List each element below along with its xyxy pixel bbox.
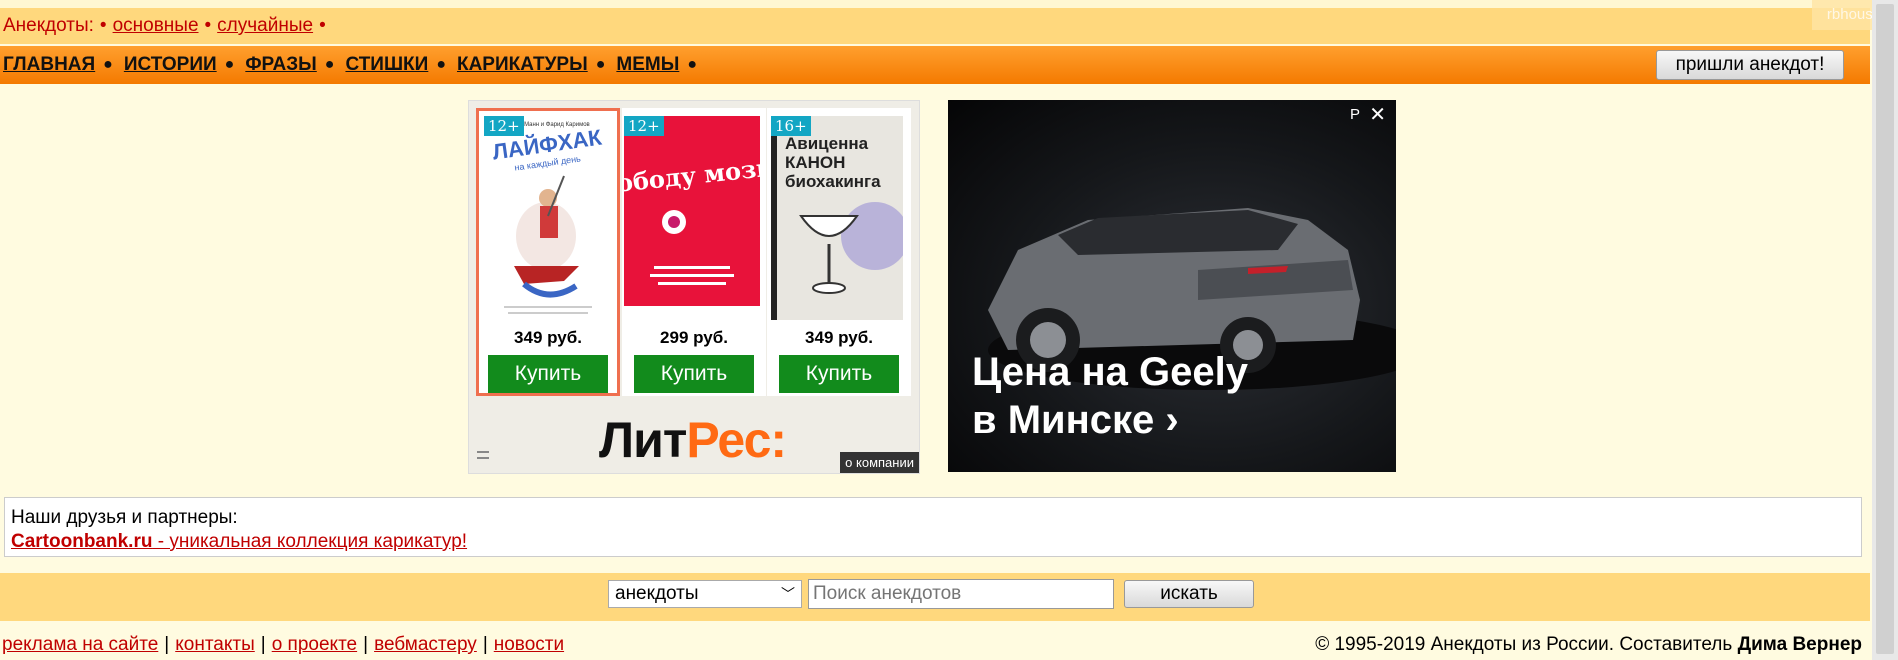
footer-link-news[interactable]: новости (494, 634, 564, 655)
separator: | (482, 634, 488, 655)
book-price: 349 руб. (805, 328, 873, 347)
book-cover-art: свободу мозгу! (584, 116, 798, 306)
book-cover[interactable]: Игорь Манн и Фарид Каримов ЛАЙФХАК на ка… (484, 116, 612, 320)
menu-icon[interactable] (477, 451, 489, 459)
age-rating-badge: 12+ (624, 116, 664, 136)
link-sluchaynye[interactable]: случайные (217, 15, 313, 37)
link-osnovnye[interactable]: основные (113, 15, 199, 37)
footer-links: реклама на сайте | контакты | о проекте | вебм… (0, 634, 566, 656)
car-ad-line2: в Минске › (972, 398, 1179, 442)
anekdoty-label: Анекдоты: (3, 15, 94, 36)
car-ad[interactable]: Р ✕ Цена на Geely в Минске › (948, 100, 1396, 472)
buy-button[interactable]: Купить (488, 355, 608, 393)
top-strip (0, 0, 1870, 8)
book-card[interactable]: Авиценна КАНОН биохакинга 16+ 349 руб. К… (767, 108, 911, 396)
bullet: • (319, 15, 326, 36)
car-ad-headline[interactable]: Цена на Geely в Минске › (972, 348, 1248, 444)
page-scrollbar[interactable] (1872, 0, 1898, 660)
close-icon[interactable]: ✕ (1369, 102, 1386, 127)
separator: | (260, 634, 266, 655)
bullet: ● (324, 56, 335, 73)
bullet: ● (103, 56, 113, 73)
separator: | (164, 634, 170, 655)
ad-marker[interactable]: Р (1350, 106, 1360, 123)
book-price: 349 руб. (514, 328, 582, 347)
book-card[interactable]: Игорь Манн и Фарид Каримов ЛАЙФХАК на ка… (476, 108, 620, 396)
litres-ad[interactable]: Игорь Манн и Фарид Каримов ЛАЙФХАК на ка… (468, 100, 920, 474)
about-company-link[interactable]: о компании (840, 452, 919, 473)
litres-logo-part2: Рес: (686, 412, 787, 468)
chevron-down-icon: ﹀ (781, 586, 795, 602)
book-price: 299 руб. (660, 328, 728, 347)
cartoonbank-name: Cartoonbank.ru (11, 531, 153, 552)
separator: | (363, 634, 369, 655)
cover-title: Авиценна КАНОН биохакинга (785, 134, 881, 191)
age-rating-badge: 12+ (484, 116, 524, 136)
search-category-select[interactable]: анекдоты ﹀ (608, 580, 802, 608)
partners-title: Наши друзья и партнеры: (11, 507, 238, 528)
buy-button[interactable]: Купить (779, 355, 899, 393)
anekdoty-bar: Анекдоты: • основные • случайные • (0, 8, 1870, 44)
footer-link-about[interactable]: о проекте (272, 634, 357, 655)
book-cover-art: Игорь Манн и Фарид Каримов ЛАЙФХАК на ка… (484, 116, 612, 320)
partners-box: Наши друзья и партнеры: Cartoonbank.ru -… (4, 497, 1862, 557)
nav-stishki[interactable]: СТИШКИ (345, 54, 428, 76)
footer-link-ads[interactable]: реклама на сайте (2, 634, 158, 655)
nav-glavnaya[interactable]: ГЛАВНАЯ (3, 54, 95, 76)
bullet: ● (436, 56, 446, 73)
bullet: • (99, 15, 107, 36)
nav-memy[interactable]: МЕМЫ (616, 54, 679, 76)
age-rating-badge: 16+ (771, 116, 811, 136)
author-name: Дима Вернер (1737, 634, 1862, 655)
cartoonbank-desc: - уникальная коллекция карикатур! (152, 531, 468, 552)
bullet: ● (687, 56, 697, 73)
litres-logo-part1: Лит (599, 412, 687, 468)
book-cover[interactable]: Авиценна КАНОН биохакинга (771, 116, 909, 320)
footer-link-webmaster[interactable]: вебмастеру (374, 634, 477, 655)
litres-logo[interactable]: ЛитРес: (599, 411, 787, 469)
nav-karikatury[interactable]: КАРИКАТУРЫ (457, 54, 588, 76)
footer-link-contacts[interactable]: контакты (175, 634, 255, 655)
send-joke-button[interactable]: пришли анекдот! (1656, 50, 1844, 80)
search-category-value: анекдоты (615, 583, 699, 604)
bullet: ● (224, 56, 235, 73)
copyright-text: © 1995-2019 Анекдоты из России. Составит… (1315, 634, 1733, 655)
search-button[interactable]: искать (1124, 580, 1254, 608)
nav-istorii[interactable]: ИСТОРИИ (124, 54, 217, 76)
bullet: ● (595, 56, 606, 73)
nav-frazy[interactable]: ФРАЗЫ (245, 54, 316, 76)
buy-button[interactable]: Купить (634, 355, 754, 393)
copyright: © 1995-2019 Анекдоты из России. Составит… (1315, 634, 1862, 656)
book-cover[interactable]: свободу мозгу! (584, 116, 798, 306)
footer: реклама на сайте | контакты | о проекте | вебм… (0, 630, 1870, 660)
book-cover-art: Авиценна КАНОН биохакинга (771, 116, 909, 320)
search-input[interactable] (808, 579, 1114, 609)
scrollbar-thumb[interactable] (1876, 4, 1894, 654)
car-ad-line1: Цена на Geely (972, 350, 1248, 394)
main-nav: ГЛАВНАЯ ● ИСТОРИИ ● ФРАЗЫ ● СТИШКИ ● КАР… (0, 46, 1870, 84)
cartoonbank-link[interactable]: Cartoonbank.ru - уникальная коллекция ка… (11, 531, 467, 552)
book-card[interactable]: свободу мозгу! 12+ 299 руб. Купить (584, 108, 798, 396)
bullet: • (204, 15, 212, 36)
search-bar: анекдоты ﹀ искать (0, 573, 1870, 621)
